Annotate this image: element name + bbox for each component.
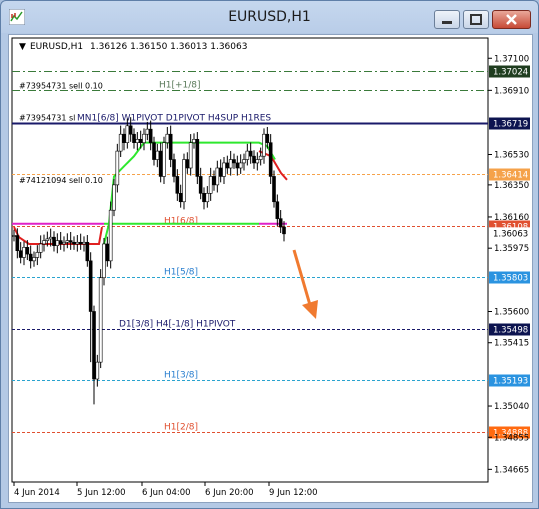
price-tag: 1.37024 bbox=[489, 65, 530, 78]
maximize-icon bbox=[470, 14, 482, 25]
plot-area bbox=[11, 37, 489, 483]
candle bbox=[108, 201, 113, 269]
level-label: D1[3/8] H4[-1/8] H1PIVOT bbox=[119, 320, 236, 330]
chart-window: EURUSD,H1 H1[+1/8] 1.36414 1.37024 H1[6/8] 1… bbox=[0, 0, 539, 509]
symbol-label: EURUSD,H1 bbox=[30, 42, 83, 52]
x-tick-label: 4 Jun 2014 bbox=[14, 488, 60, 498]
close-icon bbox=[506, 14, 517, 25]
order-label[interactable]: #73954731 sl bbox=[19, 114, 75, 123]
price-tag-label: 1.35803 bbox=[493, 274, 528, 284]
current-price-tag: 1.36063 bbox=[489, 227, 530, 240]
minimize-icon bbox=[442, 21, 452, 24]
y-tick-label: 1.37100 bbox=[494, 54, 529, 64]
minimize-button[interactable] bbox=[434, 10, 460, 29]
ohlc-quote: 1.36126 1.36150 1.36013 1.36063 bbox=[90, 42, 247, 52]
price-tag: 1.36414 bbox=[489, 168, 530, 181]
y-tick-label: 1.34665 bbox=[494, 465, 529, 475]
candle bbox=[195, 132, 200, 185]
price-tag-label: 1.37024 bbox=[493, 68, 528, 78]
x-tick-label: 6 Jun 20:00 bbox=[205, 488, 254, 498]
candle bbox=[182, 153, 186, 210]
candle bbox=[98, 269, 103, 369]
price-tag: 1.35498 bbox=[489, 323, 530, 336]
y-tick-label: 1.35415 bbox=[494, 339, 529, 349]
y-tick-label: 1.36910 bbox=[494, 86, 529, 96]
chart-frame[interactable]: H1[+1/8]1.364141.37024H1[6/8]1.36108H1[5… bbox=[8, 34, 533, 503]
level-label: MN1[6/8] W1PIVOT D1PIVOT H4SUP H1RES bbox=[77, 114, 271, 124]
x-tick-label: 5 Jun 12:00 bbox=[77, 488, 126, 498]
symbol-marker: ▼ bbox=[19, 42, 26, 52]
maximize-button[interactable] bbox=[463, 10, 489, 29]
price-tag: 1.35193 bbox=[489, 374, 530, 387]
level-label: H1[2/8] bbox=[164, 423, 198, 433]
price-tag: 1.35803 bbox=[489, 271, 530, 284]
price-tag-label: 1.36719 bbox=[493, 120, 528, 130]
close-button[interactable] bbox=[492, 10, 531, 29]
y-tick-label: 1.36160 bbox=[494, 213, 529, 223]
y-tick-label: 1.34855 bbox=[494, 433, 529, 443]
level-label: H1[+1/8] bbox=[159, 81, 201, 91]
price-tag-label: 1.36414 bbox=[493, 171, 528, 181]
price-tag: 1.36719 bbox=[489, 117, 530, 130]
x-tick-label: 6 Jun 04:00 bbox=[142, 488, 191, 498]
y-tick-label: 1.36350 bbox=[494, 181, 529, 191]
level-label: H1[5/8] bbox=[164, 268, 198, 278]
x-tick-label: 9 Jun 12:00 bbox=[269, 488, 318, 498]
price-tag-label: 1.35193 bbox=[493, 377, 528, 387]
level-label: H1[6/8] bbox=[164, 217, 198, 227]
current-price-label: 1.36063 bbox=[493, 229, 528, 239]
order-label[interactable]: #74121094 sell 0.10 bbox=[19, 176, 103, 185]
y-tick-label: 1.35975 bbox=[494, 244, 529, 254]
price-chart[interactable]: H1[+1/8]1.364141.37024H1[6/8]1.36108H1[5… bbox=[9, 35, 532, 502]
title-bar[interactable]: EURUSD,H1 bbox=[1, 1, 538, 33]
level-label: H1[3/8] bbox=[164, 371, 198, 381]
y-tick-label: 1.35040 bbox=[494, 402, 529, 412]
order-label[interactable]: #73954731 sell 0.10 bbox=[19, 81, 103, 90]
price-tag-label: 1.35498 bbox=[493, 326, 528, 336]
y-tick-label: 1.35600 bbox=[494, 307, 529, 317]
y-tick-label: 1.36530 bbox=[494, 150, 529, 160]
